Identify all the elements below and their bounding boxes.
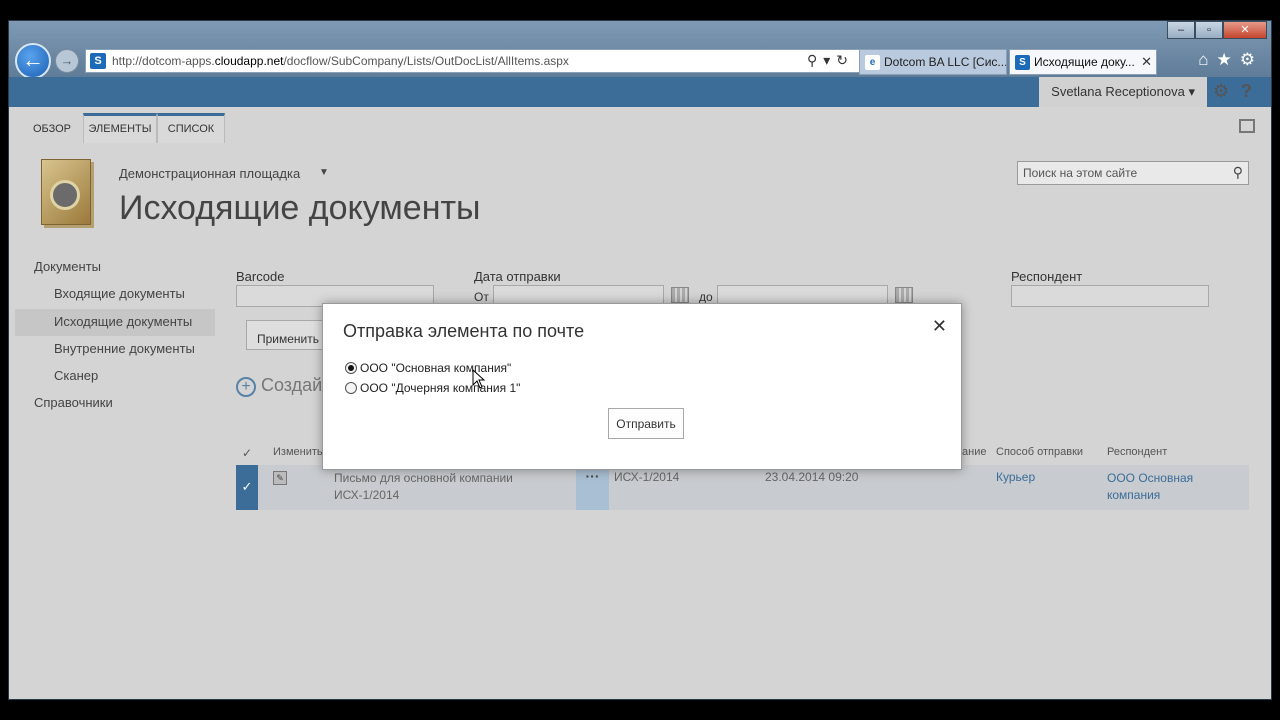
suite-bar: Svetlana Receptionova ▾ ⚙ ? xyxy=(9,77,1271,107)
browser-toolbar-icons: ⌂★⚙ xyxy=(1198,50,1263,70)
row-send-method[interactable]: Курьер xyxy=(996,470,1035,484)
window-caption-buttons: – ▫ ✕ xyxy=(1167,21,1267,39)
apply-button[interactable]: Применить xyxy=(246,320,326,350)
search-box: ⚲ xyxy=(1017,161,1249,185)
nav-internal-documents[interactable]: Внутренние документы xyxy=(54,341,195,356)
column-respondent[interactable]: Респондент xyxy=(1107,446,1167,458)
search-icon[interactable]: ⚲ xyxy=(1233,164,1243,181)
option-subsidiary-company[interactable]: ООО "Дочерняя компания 1" xyxy=(345,381,520,395)
tab-1-label: Dotcom BA LLC [Сис... xyxy=(884,55,1007,69)
page-content: Svetlana Receptionova ▾ ⚙ ? ОБЗОР ЭЛЕМЕН… xyxy=(9,77,1271,699)
table-row[interactable]: ✓ ✎ Письмо для основной компании ИСХ-1/2… xyxy=(236,465,1249,510)
column-send-method[interactable]: Способ отправки xyxy=(996,446,1083,458)
close-icon[interactable]: ✕ xyxy=(932,316,947,337)
radio-button[interactable] xyxy=(345,362,357,374)
option-main-company[interactable]: ООО "Основная компания" xyxy=(345,361,511,375)
home-icon[interactable]: ⌂ xyxy=(1198,50,1216,69)
address-bar[interactable]: S http://dotcom-apps.cloudapp.net/docflo… xyxy=(85,49,861,73)
forward-arrow-icon[interactable]: → xyxy=(55,49,79,73)
url-host: cloudapp.net xyxy=(214,54,284,68)
search-icon[interactable]: ⚲ xyxy=(807,52,823,68)
star-icon[interactable]: ★ xyxy=(1217,50,1240,69)
nav-outgoing-documents[interactable]: Исходящие документы xyxy=(15,309,215,336)
edit-icon[interactable]: ✎ xyxy=(273,471,287,485)
mouse-cursor-icon xyxy=(472,368,486,389)
tab-2-label: Исходящие доку... xyxy=(1034,55,1135,69)
send-button[interactable]: Отправить xyxy=(608,408,684,439)
radio-button[interactable] xyxy=(345,382,357,394)
ribbon: ОБЗОР ЭЛЕМЕНТЫ СПИСОК xyxy=(9,107,1271,143)
column-select-all[interactable]: ✓ xyxy=(242,446,252,460)
nav-references[interactable]: Справочники xyxy=(34,395,113,410)
settings-gear-icon[interactable]: ⚙ xyxy=(1213,81,1233,103)
column-edit[interactable]: Изменить xyxy=(273,446,323,458)
add-icon[interactable]: + xyxy=(236,377,256,397)
row-title[interactable]: Письмо для основной компании ИСХ-1/2014 xyxy=(334,470,564,504)
dialog-title: Отправка элемента по почте xyxy=(343,321,585,341)
date-label: Дата отправки xyxy=(474,269,561,284)
help-icon[interactable]: ? xyxy=(1241,81,1257,103)
browser-titlebar: – ▫ ✕ ← → S http://dotcom-apps.cloudapp.… xyxy=(9,21,1271,79)
minimize-button[interactable]: – xyxy=(1167,21,1195,39)
chevron-down-icon[interactable]: ▼ xyxy=(319,167,329,178)
ie-favicon: e xyxy=(865,55,880,70)
date-from-label: От xyxy=(474,290,489,304)
close-icon[interactable]: ✕ xyxy=(1141,54,1152,70)
refresh-icon[interactable]: ↻ xyxy=(836,52,854,68)
row-date: 23.04.2014 09:20 xyxy=(765,470,859,484)
user-menu[interactable]: Svetlana Receptionova ▾ xyxy=(1039,77,1207,107)
browser-tab-2[interactable]: S Исходящие доку... ✕ xyxy=(1009,49,1157,75)
gear-icon[interactable]: ⚙ xyxy=(1240,50,1263,69)
back-arrow-icon[interactable]: ← xyxy=(15,43,51,79)
option-label: ООО "Дочерняя компания 1" xyxy=(360,381,521,395)
calendar-icon[interactable] xyxy=(671,287,689,303)
row-select-checkmark[interactable]: ✓ xyxy=(236,465,258,510)
maximize-button[interactable]: ▫ xyxy=(1195,21,1223,39)
row-number: ИСХ-1/2014 xyxy=(614,470,680,484)
dropdown-icon[interactable]: ▾ xyxy=(823,52,836,68)
tab-browse[interactable]: ОБЗОР xyxy=(27,113,77,143)
url-path: /docflow/SubCompany/Lists/OutDocList/All… xyxy=(283,54,569,68)
url-prefix: http://dotcom-apps. xyxy=(112,54,215,68)
send-mail-dialog: Отправка элемента по почте ✕ ООО "Основн… xyxy=(322,303,962,470)
browser-tab-1[interactable]: e Dotcom BA LLC [Сис... xyxy=(859,49,1007,75)
option-label: ООО "Основная компания" xyxy=(360,361,512,375)
window-close-button[interactable]: ✕ xyxy=(1223,21,1267,39)
row-respondent[interactable]: ООО Основная компания xyxy=(1107,470,1227,504)
site-logo[interactable] xyxy=(41,159,91,225)
screen: – ▫ ✕ ← → S http://dotcom-apps.cloudapp.… xyxy=(0,0,1280,720)
logo-emblem xyxy=(50,180,80,210)
respondent-label: Респондент xyxy=(1011,269,1083,284)
row-ellipsis-menu[interactable]: ··· xyxy=(576,465,609,510)
column-name[interactable]: ание xyxy=(962,446,986,458)
search-input[interactable] xyxy=(1023,166,1223,180)
sharepoint-favicon: S xyxy=(1015,55,1030,70)
respondent-input[interactable] xyxy=(1011,285,1209,307)
site-name-link[interactable]: Демонстрационная площадка xyxy=(119,166,300,181)
tab-items[interactable]: ЭЛЕМЕНТЫ xyxy=(83,113,157,143)
sharepoint-favicon: S xyxy=(90,53,106,69)
page-title: Исходящие документы xyxy=(119,189,481,227)
address-url[interactable]: http://dotcom-apps.cloudapp.net/docflow/… xyxy=(112,54,569,68)
address-tools: ⚲▾↻ xyxy=(807,52,854,69)
focus-on-content-icon[interactable] xyxy=(1239,119,1255,133)
barcode-label: Barcode xyxy=(236,269,285,284)
new-item-link[interactable]: Создай xyxy=(261,375,322,396)
date-to-label: до xyxy=(699,290,713,304)
nav-documents[interactable]: Документы xyxy=(34,259,101,274)
nav-incoming-documents[interactable]: Входящие документы xyxy=(54,286,185,301)
browser-window: – ▫ ✕ ← → S http://dotcom-apps.cloudapp.… xyxy=(8,20,1272,700)
nav-scanner[interactable]: Сканер xyxy=(54,368,98,383)
calendar-icon[interactable] xyxy=(895,287,913,303)
tab-list[interactable]: СПИСОК xyxy=(157,113,225,143)
